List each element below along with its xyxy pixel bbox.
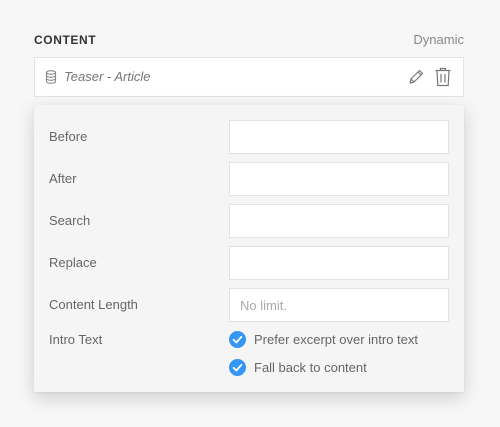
content-length-label: Content Length (49, 297, 138, 312)
source-label: Teaser - Article (64, 69, 151, 84)
replace-input[interactable] (230, 247, 450, 279)
before-row: Before (34, 120, 464, 154)
before-input[interactable] (230, 121, 450, 153)
before-field[interactable] (229, 120, 450, 154)
before-label: Before (49, 129, 88, 144)
fall-back-checkbox[interactable]: Fall back to content (229, 358, 459, 378)
after-label: After (49, 171, 77, 186)
content-length-input[interactable] (230, 289, 450, 321)
search-row: Search (34, 204, 464, 238)
content-source-field[interactable]: Teaser - Article (34, 57, 464, 97)
after-row: After (34, 162, 464, 196)
replace-row: Replace (34, 246, 464, 280)
source-type-label: Dynamic (413, 32, 464, 47)
content-length-field[interactable] (229, 288, 450, 322)
content-length-row: Content Length (34, 288, 464, 322)
search-field[interactable] (229, 204, 450, 238)
prefer-excerpt-checkbox[interactable]: Prefer excerpt over intro text (229, 330, 459, 350)
after-input[interactable] (230, 163, 450, 195)
prefer-excerpt-label: Prefer excerpt over intro text (254, 332, 419, 347)
database-icon (45, 70, 57, 84)
pencil-icon[interactable] (407, 68, 425, 86)
search-label: Search (49, 213, 91, 228)
section-title: CONTENT (34, 33, 97, 47)
intro-text-label: Intro Text (49, 332, 103, 347)
checkbox-checked-icon[interactable] (229, 331, 246, 348)
checkbox-checked-icon[interactable] (229, 359, 246, 376)
section-header: CONTENT Dynamic (34, 31, 464, 49)
after-field[interactable] (229, 162, 450, 196)
fall-back-label: Fall back to content (254, 360, 367, 375)
search-input[interactable] (230, 205, 450, 237)
trash-icon[interactable] (434, 67, 452, 87)
settings-panel: Before After Search Replace Content Leng… (34, 105, 464, 392)
replace-field[interactable] (229, 246, 450, 280)
replace-label: Replace (49, 255, 97, 270)
